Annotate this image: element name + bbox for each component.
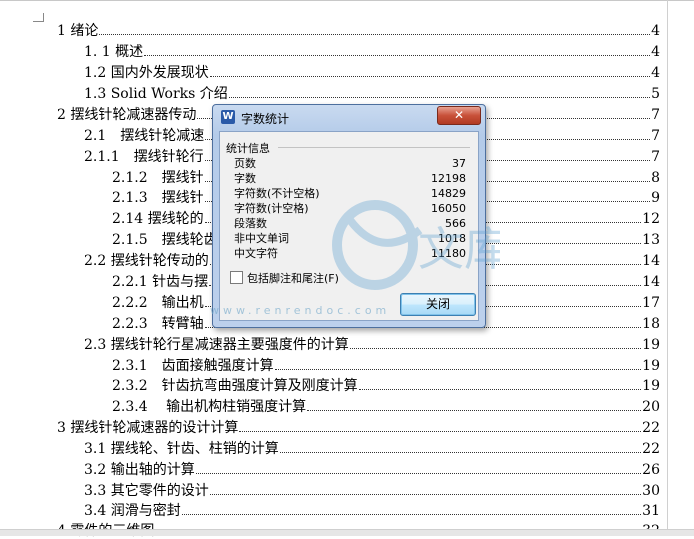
close-button[interactable]: 关闭	[400, 293, 476, 316]
wps-writer-icon: W	[221, 110, 235, 124]
toc-entry[interactable]: 3 摆线针轮减速器的设计计算 22	[57, 419, 660, 436]
dialog-title: 字数统计	[241, 112, 290, 126]
stat-row: 中文字符 11180	[234, 247, 466, 260]
word-count-dialog: W 字数统计 ✕ 统计信息 页数 37 字数 12198 字符数(不计空格) 1482…	[212, 104, 486, 328]
toc-entry[interactable]: 1.2 国内外发展现状 4	[84, 64, 660, 81]
toc-entry[interactable]: 3.4 润滑与密封 31	[84, 502, 660, 519]
toc-entry[interactable]: 3.2 输出轴的计算 26	[84, 461, 660, 478]
include-footnotes-checkbox[interactable]	[230, 271, 243, 284]
toc-entry[interactable]: 1.3 Solid Works 介绍 5	[84, 85, 660, 102]
page-top-border	[0, 0, 694, 1]
status-bar-edge	[0, 529, 694, 536]
stat-row: 字符数(不计空格) 14829	[234, 187, 466, 200]
watermark-url: www.renrendoc.com	[210, 304, 391, 317]
stat-row: 非中文单词 1018	[234, 232, 466, 245]
toc-entry[interactable]: 2.3.4 输出机构柱销强度计算 20	[112, 398, 660, 415]
dialog-titlebar[interactable]: W 字数统计 ✕	[213, 105, 485, 129]
stat-row: 字符数(计空格) 16050	[234, 202, 466, 215]
statistics-group-label: 统计信息	[226, 142, 270, 155]
toc-entry[interactable]: 1 绪论 4	[57, 22, 660, 39]
stat-row: 字数 12198	[234, 172, 466, 185]
stat-row: 段落数 566	[234, 217, 466, 230]
toc-entry[interactable]: 1. 1 概述 4	[84, 43, 660, 60]
include-footnotes-label[interactable]: 包括脚注和尾注(F)	[247, 270, 339, 286]
group-divider	[278, 147, 470, 148]
dialog-body: 统计信息 页数 37 字数 12198 字符数(不计空格) 14829 字符数(计空格…	[219, 131, 479, 321]
toc-entry[interactable]: 3.1 摆线轮、针齿、柱销的计算 22	[84, 440, 660, 457]
page-right-margin	[667, 0, 668, 536]
close-window-button[interactable]: ✕	[437, 106, 481, 125]
stat-row: 页数 37	[234, 157, 466, 170]
toc-entry[interactable]: 2.3 摆线针轮行星减速器主要强度件的计算 19	[84, 336, 660, 353]
toc-entry[interactable]: 2.3.2 针齿抗弯曲强度计算及刚度计算 19	[112, 377, 660, 394]
page-corner-mark	[33, 13, 44, 22]
toc-entry[interactable]: 2.3.1 齿面接触强度计算 19	[112, 357, 660, 374]
toc-entry[interactable]: 3.3 其它零件的设计 30	[84, 482, 660, 499]
